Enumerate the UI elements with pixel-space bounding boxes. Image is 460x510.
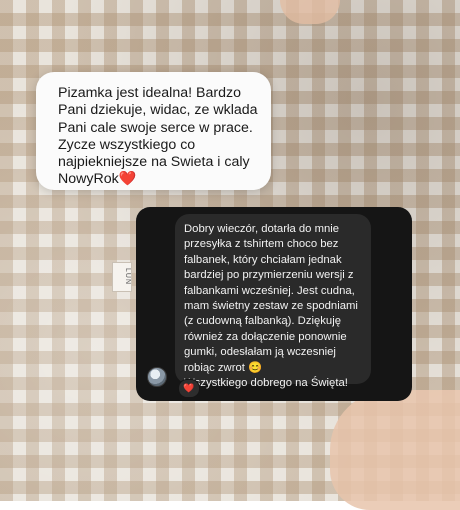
avatar[interactable]	[147, 367, 167, 387]
hand-skin	[330, 390, 460, 510]
heart-reaction-icon[interactable]: ❤️	[178, 379, 200, 398]
garment-label: LUN	[112, 262, 132, 292]
sent-message-bubble[interactable]: Dobry wieczór, dotarła do mnie przesyłka…	[175, 214, 371, 389]
received-message-text: Pizamka jest idealna! Bardzo Pani dzieku…	[58, 85, 258, 188]
received-message-bubble: Pizamka jest idealna! Bardzo Pani dzieku…	[36, 72, 271, 190]
sent-message-text: Dobry wieczór, dotarła do mnie przesyłka…	[184, 223, 358, 390]
